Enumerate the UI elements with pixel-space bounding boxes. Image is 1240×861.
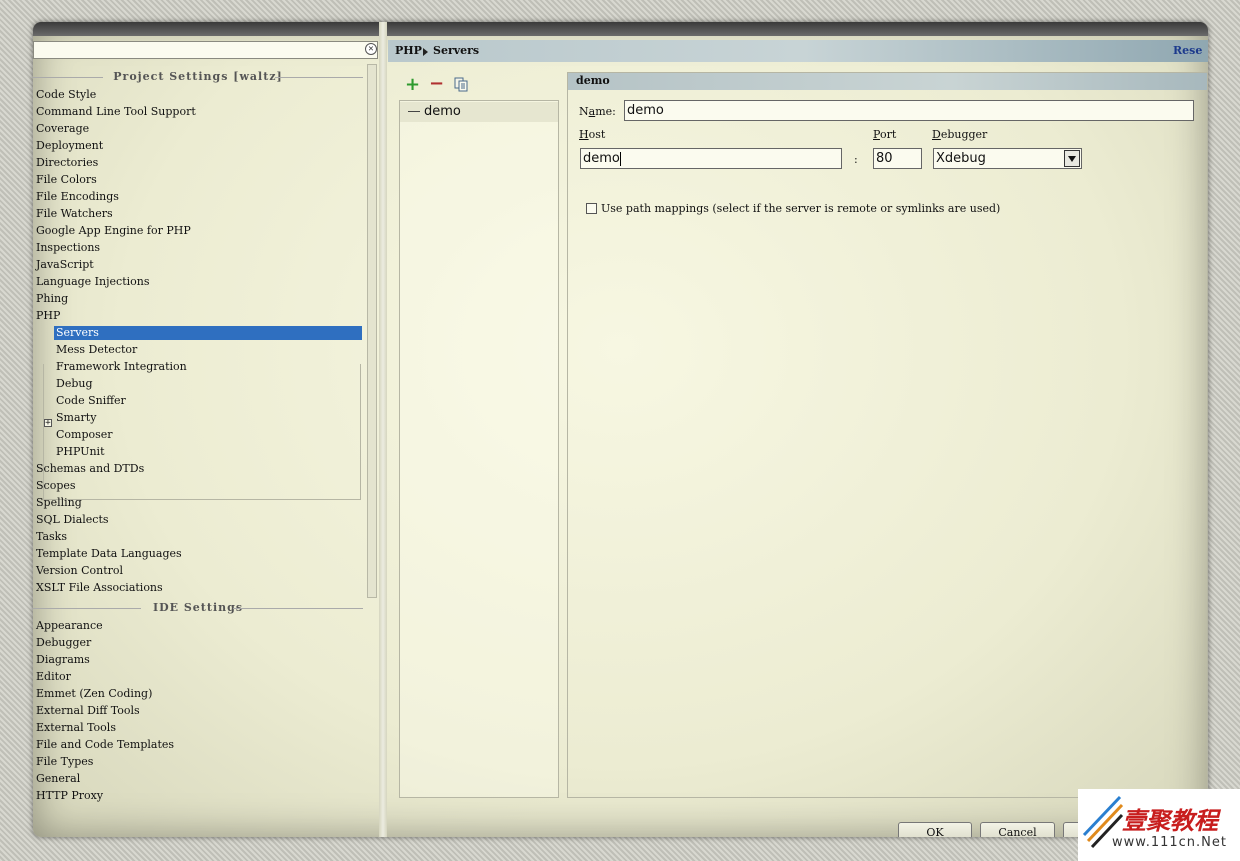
list-splitter[interactable] (560, 68, 566, 798)
tree-item-editor[interactable]: Editor (36, 670, 71, 684)
expand-plus-icon[interactable]: + (44, 419, 52, 428)
breadcrumb-parent[interactable]: PHP (395, 44, 422, 57)
tree-item-inspections[interactable]: Inspections (36, 241, 100, 255)
server-detail-panel: demo Name: Host demo : Port Debugger Xde… (567, 72, 1208, 798)
host-label: Host (579, 128, 606, 141)
tree-item-code-style[interactable]: Code Style (36, 88, 96, 102)
tree-item-file-watchers[interactable]: File Watchers (36, 207, 113, 221)
clear-search-icon[interactable]: ✕ (365, 43, 377, 55)
tree-item-javascript[interactable]: JavaScript (36, 258, 94, 272)
tree-item-phing[interactable]: Phing (36, 292, 68, 306)
tree-item-composer[interactable]: Composer (56, 428, 113, 442)
port-label: Port (873, 128, 897, 141)
watermark-cn-text: 壹聚教程 (1122, 807, 1218, 835)
port-separator: : (854, 153, 858, 166)
tree-item-scopes[interactable]: Scopes (36, 479, 76, 493)
tree-item-sql-dialects[interactable]: SQL Dialects (36, 513, 109, 527)
path-mappings-checkbox[interactable] (586, 203, 597, 214)
debugger-label: Debugger (932, 128, 988, 141)
tree-item-deployment[interactable]: Deployment (36, 139, 103, 153)
tree-item-diagrams[interactable]: Diagrams (36, 653, 90, 667)
tree-item-appearance[interactable]: Appearance (36, 619, 103, 633)
path-mappings-label[interactable]: Use path mappings (select if the server … (601, 202, 1000, 215)
tree-item-framework-integration[interactable]: Framework Integration (56, 360, 187, 374)
breadcrumb-arrow-icon (423, 48, 428, 56)
tree-item-smarty[interactable]: Smarty (56, 411, 96, 425)
breadcrumb: PHP Servers Rese (388, 40, 1208, 62)
tree-item-code-sniffer[interactable]: Code Sniffer (56, 394, 126, 408)
tree-item-external-diff-tools[interactable]: External Diff Tools (36, 704, 140, 718)
tree-item-general[interactable]: General (36, 772, 80, 786)
debugger-select[interactable]: Xdebug (933, 148, 1082, 169)
host-input[interactable]: demo (580, 148, 842, 169)
tree-item-command-line-tool-support[interactable]: Command Line Tool Support (36, 105, 196, 119)
tree-item-schemas-dtds[interactable]: Schemas and DTDs (36, 462, 144, 476)
port-input[interactable] (873, 148, 922, 169)
tree-item-debugger[interactable]: Debugger (36, 636, 91, 650)
ide-settings-header: IDE Settings (33, 601, 363, 615)
chevron-down-icon[interactable] (1064, 150, 1080, 167)
copy-server-icon[interactable] (454, 77, 468, 92)
pane-splitter[interactable] (379, 22, 387, 837)
tree-item-file-types[interactable]: File Types (36, 755, 93, 769)
settings-tree: Project Settings [waltz] + Code Style Co… (33, 64, 379, 806)
detail-title: demo (576, 74, 610, 87)
tree-item-language-injections[interactable]: Language Injections (36, 275, 149, 289)
ok-button[interactable]: OK (898, 822, 972, 837)
tree-item-google-app-engine[interactable]: Google App Engine for PHP (36, 224, 191, 238)
tree-item-php[interactable]: PHP (36, 309, 60, 323)
settings-search-input[interactable] (33, 41, 378, 59)
text-caret (619, 151, 621, 166)
server-list: demo (399, 100, 559, 798)
remove-server-icon[interactable]: − (429, 73, 444, 94)
tree-item-debug[interactable]: Debug (56, 377, 93, 391)
server-list-item[interactable]: demo (400, 102, 558, 122)
tree-item-spelling[interactable]: Spelling (36, 496, 82, 510)
title-bar (33, 22, 1208, 36)
tree-item-mess-detector[interactable]: Mess Detector (56, 343, 137, 357)
tree-item-tasks[interactable]: Tasks (36, 530, 67, 544)
tree-item-emmet[interactable]: Emmet (Zen Coding) (36, 687, 152, 701)
tree-item-file-code-templates[interactable]: File and Code Templates (36, 738, 174, 752)
tree-item-file-encodings[interactable]: File Encodings (36, 190, 119, 204)
name-input[interactable] (624, 100, 1194, 121)
name-label: Name: (579, 105, 616, 118)
tree-item-phpunit[interactable]: PHPUnit (56, 445, 105, 459)
tree-item-coverage[interactable]: Coverage (36, 122, 89, 136)
tree-item-file-colors[interactable]: File Colors (36, 173, 97, 187)
tree-item-http-proxy[interactable]: HTTP Proxy (36, 789, 103, 803)
watermark-url: www.111cn.Net (1112, 835, 1227, 850)
reset-link[interactable]: Rese (1173, 44, 1202, 57)
detail-header: demo (568, 73, 1207, 90)
project-settings-header: Project Settings [waltz] (33, 70, 363, 84)
watermark-logo: 壹聚教程 www.111cn.Net (1078, 789, 1240, 861)
tree-scrollbar[interactable] (367, 64, 377, 598)
tree-item-directories[interactable]: Directories (36, 156, 98, 170)
tree-item-version-control[interactable]: Version Control (36, 564, 123, 578)
settings-window: ✕ Project Settings [waltz] + Code Style … (33, 22, 1208, 837)
tree-item-xslt-file-associations[interactable]: XSLT File Associations (36, 581, 163, 595)
add-server-icon[interactable]: + (405, 74, 420, 95)
tree-item-template-data-languages[interactable]: Template Data Languages (36, 547, 182, 561)
tree-item-servers[interactable]: Servers (54, 326, 362, 340)
tree-line-icon (408, 111, 420, 112)
tree-item-external-tools[interactable]: External Tools (36, 721, 116, 735)
breadcrumb-current: Servers (433, 44, 480, 57)
cancel-button[interactable]: Cancel (980, 822, 1055, 837)
